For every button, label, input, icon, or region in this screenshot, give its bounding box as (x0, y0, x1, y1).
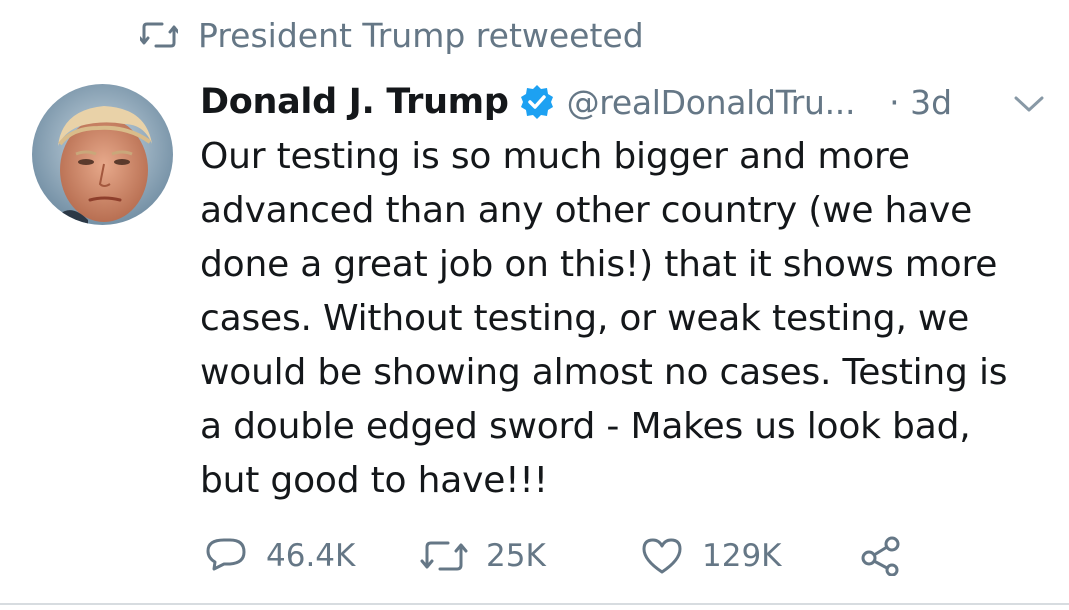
chevron-down-icon[interactable] (1012, 93, 1046, 115)
tweet-text-line: advanced than any other country (we have (200, 190, 973, 231)
author-name[interactable]: Donald J. Trump (200, 82, 509, 122)
like-button[interactable]: 129K (640, 528, 782, 584)
tweet-timestamp[interactable]: · 3d (889, 83, 952, 122)
reply-button[interactable]: 46.4K (204, 528, 355, 584)
reply-icon (204, 536, 248, 576)
verified-badge-icon (519, 84, 555, 120)
tweet-header: Donald J. Trump @realDonaldTru... · 3d (200, 74, 1050, 130)
tweet-text-line: cases. Without testing, or weak testing,… (200, 298, 970, 339)
share-icon (860, 536, 902, 576)
heart-icon (640, 536, 684, 576)
divider (0, 603, 1069, 605)
tweet-text-line: Our testing is so much bigger and more (200, 136, 910, 177)
tweet-text-line: would be showing almost no cases. Testin… (200, 352, 1008, 393)
share-button[interactable] (860, 528, 920, 584)
tweet-text-line: a double edged sword - Makes us look bad… (200, 406, 971, 447)
retweet-count: 25K (486, 538, 546, 574)
retweet-banner: President Trump retweeted (140, 12, 644, 58)
reply-count: 46.4K (266, 538, 356, 574)
like-count: 129K (702, 538, 782, 574)
tweet-text-line: done a great job on this!) that it shows… (200, 244, 998, 285)
retweet-icon (140, 20, 178, 50)
retweet-banner-text[interactable]: President Trump retweeted (198, 16, 644, 55)
retweet-icon (420, 538, 468, 574)
tweet-actions: 46.4K 25K 129K (200, 528, 1060, 584)
tweet-text: Our testing is so much bigger and more a… (200, 130, 1060, 508)
tweet-text-line: but good to have!!! (200, 460, 548, 501)
tweet-card[interactable]: President Trump retweeted Donald J. Trum… (0, 0, 1069, 610)
avatar[interactable] (32, 84, 173, 225)
author-handle[interactable]: @realDonaldTru... (567, 83, 856, 122)
retweet-button[interactable]: 25K (420, 528, 546, 584)
